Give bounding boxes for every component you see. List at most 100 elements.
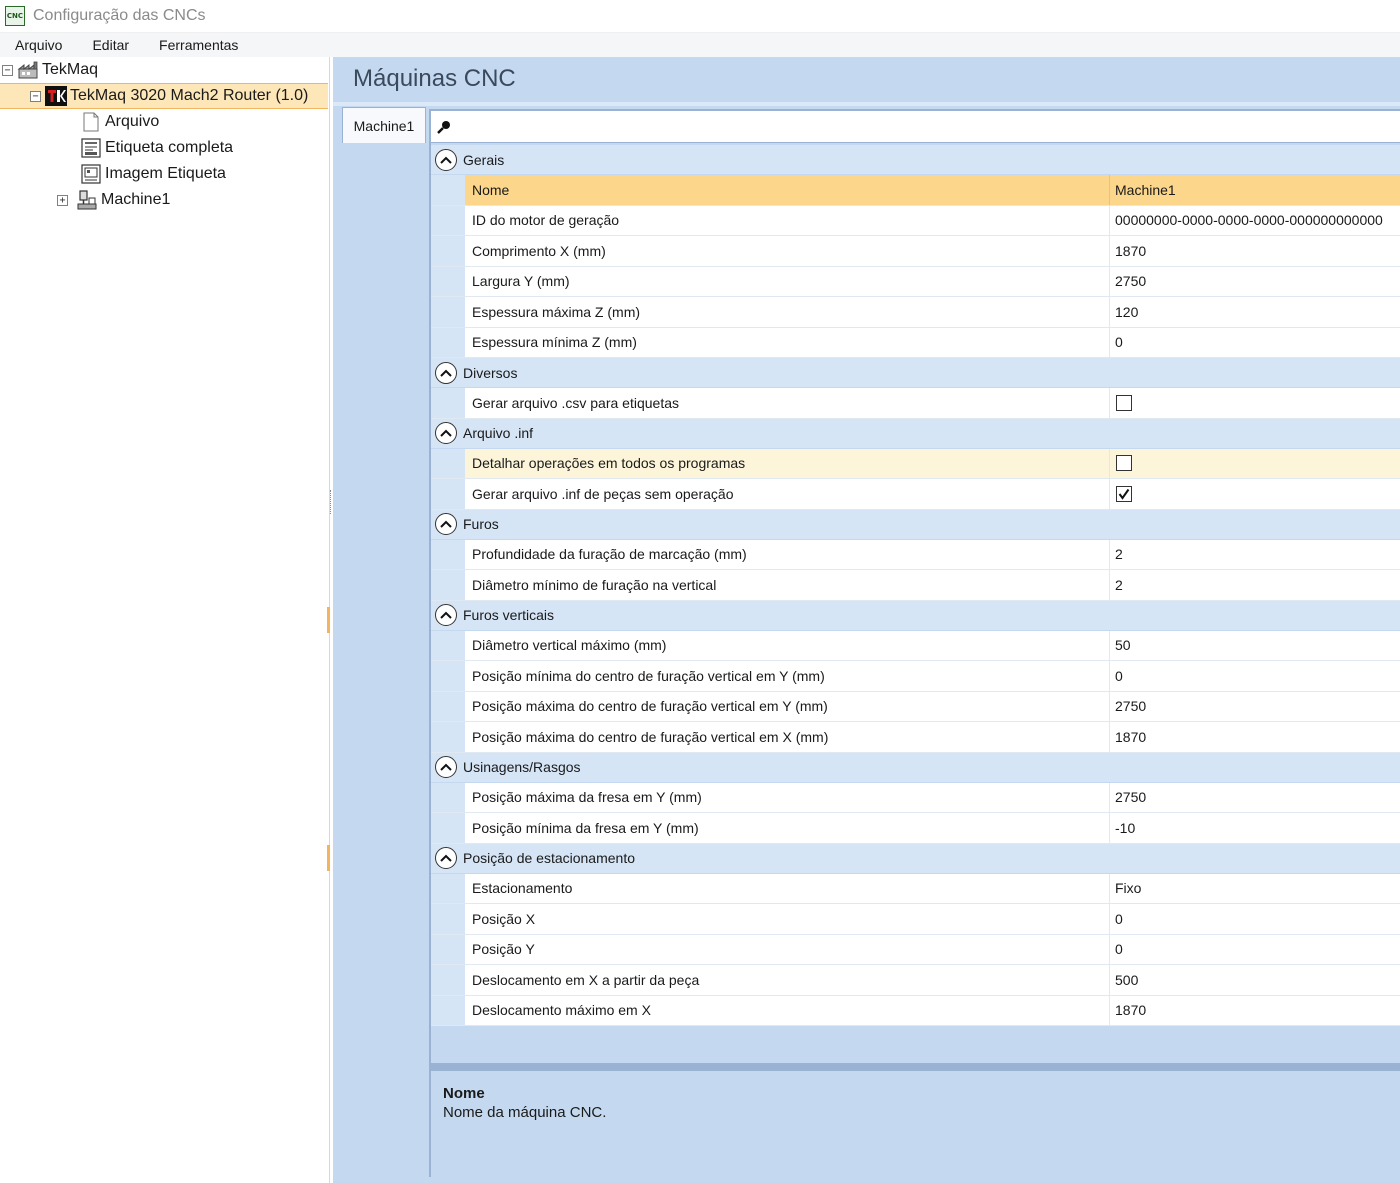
property-value[interactable]: 0 — [1110, 661, 1400, 691]
property-value[interactable]: Fixo — [1110, 874, 1400, 904]
property-row[interactable]: Espessura mínima Z (mm) 0 — [431, 327, 1400, 358]
row-gutter — [431, 327, 465, 357]
chevron-up-icon[interactable] — [435, 847, 457, 869]
tree-node-imagem-etiqueta[interactable]: Imagem Etiqueta — [76, 161, 226, 187]
label-sheet-icon — [80, 138, 102, 158]
menu-arquivo[interactable]: Arquivo — [0, 37, 77, 53]
property-value[interactable]: 1870 — [1110, 996, 1400, 1026]
property-row[interactable]: Espessura máxima Z (mm) 120 — [431, 297, 1400, 328]
category-row[interactable]: Furos — [431, 509, 1400, 540]
grid-splitter[interactable] — [431, 1063, 1400, 1071]
property-row[interactable]: Posição X0 — [431, 904, 1400, 935]
category-row[interactable]: Posição de estacionamento — [431, 843, 1400, 874]
property-name: Posição Y — [465, 934, 1110, 964]
row-gutter — [431, 630, 465, 660]
property-value[interactable]: 2750 — [1110, 783, 1400, 813]
machine-tree[interactable]: − TekMaq − TekMaq 3020 Mach2 Router (1.0… — [0, 57, 330, 1183]
property-value[interactable]: 00000000-0000-0000-0000-000000000000 — [1110, 206, 1400, 236]
tree-node-etiqueta-completa[interactable]: Etiqueta completa — [76, 135, 233, 161]
property-row[interactable]: Comprimento X (mm) 1870 — [431, 236, 1400, 267]
expand-icon[interactable]: + — [57, 194, 68, 206]
property-checkbox-cell[interactable] — [1110, 479, 1400, 509]
tree-node-arquivo[interactable]: Arquivo — [76, 109, 159, 135]
tab-body-margin — [342, 143, 426, 1183]
property-row[interactable]: Posição máxima do centro de furação vert… — [431, 691, 1400, 722]
property-rows: Gerais Nome Machine1 ID do motor de geração… — [431, 145, 1400, 1026]
property-row[interactable]: Posição máxima da fresa em Y (mm) 2750 — [431, 782, 1400, 813]
property-row[interactable]: Diâmetro vertical máximo (mm) 50 — [431, 630, 1400, 661]
category-row[interactable]: Gerais — [431, 145, 1400, 175]
property-name: Deslocamento em X a partir da peça — [465, 965, 1110, 995]
property-row[interactable]: Diâmetro mínimo de furação na vertical 2 — [431, 570, 1400, 601]
tekmaq-logo-icon — [45, 86, 67, 106]
property-value[interactable]: 500 — [1110, 965, 1400, 995]
category-row[interactable]: Usinagens/Rasgos — [431, 752, 1400, 783]
category-label: Furos — [463, 516, 499, 532]
property-checkbox-cell[interactable] — [1110, 448, 1400, 478]
cnc-app-icon: CNC — [5, 6, 25, 26]
property-row[interactable]: Gerar arquivo .csv para etiquetas — [431, 388, 1400, 419]
chevron-up-icon[interactable] — [435, 756, 457, 778]
property-row[interactable]: Posição Y0 — [431, 934, 1400, 965]
category-row[interactable]: Arquivo .inf — [431, 418, 1400, 449]
property-value[interactable]: 0 — [1110, 904, 1400, 934]
property-value[interactable]: 2 — [1110, 540, 1400, 570]
property-value[interactable]: Machine1 — [1110, 175, 1400, 205]
chevron-up-icon[interactable] — [435, 422, 457, 444]
property-row[interactable]: Profundidade da furação de marcação (mm)… — [431, 539, 1400, 570]
chevron-up-icon[interactable] — [435, 513, 457, 535]
property-row[interactable]: Gerar arquivo .inf de peças sem operação — [431, 479, 1400, 510]
property-row[interactable]: Deslocamento em X a partir da peça 500 — [431, 965, 1400, 996]
property-value[interactable]: -10 — [1110, 813, 1400, 843]
property-value[interactable]: 50 — [1110, 631, 1400, 661]
description-title: Nome — [443, 1085, 485, 1102]
row-gutter — [431, 388, 465, 418]
property-value[interactable]: 0 — [1110, 935, 1400, 965]
property-name: Posição máxima do centro de furação vert… — [465, 722, 1110, 752]
collapse-icon[interactable]: − — [2, 64, 13, 76]
property-name: Diâmetro mínimo de furação na vertical — [465, 570, 1110, 600]
property-value[interactable]: 1870 — [1110, 236, 1400, 266]
property-row[interactable]: Detalhar operações em todos os programas — [431, 448, 1400, 479]
property-row[interactable]: Estacionamento Fixo — [431, 873, 1400, 904]
property-value[interactable]: 120 — [1110, 297, 1400, 327]
menu-editar[interactable]: Editar — [77, 37, 144, 53]
collapse-icon[interactable]: − — [30, 90, 41, 102]
property-row[interactable]: Nome Machine1 — [431, 175, 1400, 206]
chevron-up-icon[interactable] — [435, 148, 457, 171]
category-label: Usinagens/Rasgos — [463, 759, 581, 775]
tree-node-machine[interactable]: − TekMaq 3020 Mach2 Router (1.0) — [0, 83, 328, 109]
property-value[interactable]: 2750 — [1110, 692, 1400, 722]
property-checkbox-cell[interactable] — [1110, 388, 1400, 418]
category-row[interactable]: Diversos — [431, 358, 1400, 388]
property-name: Deslocamento máximo em X — [465, 995, 1110, 1025]
property-grid: Gerais Nome Machine1 ID do motor de geração… — [429, 109, 1400, 1177]
property-name: Gerar arquivo .csv para etiquetas — [465, 388, 1110, 418]
menu-ferramentas[interactable]: Ferramentas — [144, 37, 253, 53]
property-value[interactable]: 2 — [1110, 570, 1400, 600]
checkbox-checked[interactable] — [1116, 485, 1132, 502]
property-row[interactable]: ID do motor de geração 00000000-0000-0000… — [431, 205, 1400, 236]
property-value[interactable]: 1870 — [1110, 722, 1400, 752]
chevron-up-icon[interactable] — [435, 361, 457, 384]
checkbox-unchecked[interactable] — [1116, 394, 1132, 411]
property-search-bar[interactable] — [431, 111, 1400, 143]
tree-node-machine1[interactable]: + Machine1 — [57, 187, 170, 213]
checkbox-unchecked[interactable] — [1116, 455, 1132, 472]
tree-node-root[interactable]: − TekMaq — [2, 57, 328, 83]
row-gutter — [431, 570, 465, 600]
chevron-up-icon[interactable] — [435, 604, 457, 626]
property-value[interactable]: 0 — [1110, 328, 1400, 358]
property-row[interactable]: Posição mínima da fresa em Y (mm) -10 — [431, 813, 1400, 844]
property-value[interactable]: 2750 — [1110, 267, 1400, 297]
property-row[interactable]: Posição máxima do centro de furação vert… — [431, 722, 1400, 753]
tab-machine1[interactable]: Machine1 — [342, 107, 426, 143]
tree-label-etiqueta-completa: Etiqueta completa — [105, 139, 234, 156]
category-row[interactable]: Furos verticais — [431, 600, 1400, 631]
splitter-marker — [327, 607, 330, 633]
property-row[interactable]: Largura Y (mm) 2750 — [431, 266, 1400, 297]
file-icon — [80, 112, 102, 132]
property-row[interactable]: Posição mínima do centro de furação vert… — [431, 661, 1400, 692]
property-row[interactable]: Deslocamento máximo em X 1870 — [431, 995, 1400, 1026]
row-gutter — [431, 205, 465, 235]
